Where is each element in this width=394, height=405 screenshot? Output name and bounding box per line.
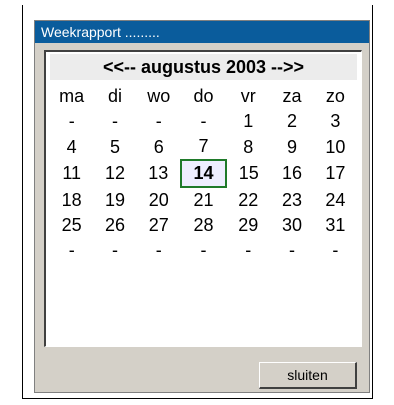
calendar-week-row: 18 19 20 21 22 23 24 xyxy=(50,187,357,213)
calendar-day[interactable]: 17 xyxy=(314,160,357,187)
calendar-empty-day: - xyxy=(155,111,162,131)
calendar-empty-day: - xyxy=(200,240,207,260)
weekday-label: di xyxy=(107,86,122,106)
calendar-day[interactable]: 7 xyxy=(181,134,226,160)
calendar-week-row: 4 5 6 7 8 9 10 xyxy=(50,134,357,160)
calendar-day[interactable]: 11 xyxy=(50,160,93,187)
calendar-day[interactable]: 5 xyxy=(93,134,136,160)
month-label: augustus 2003 xyxy=(140,57,267,77)
weekday-label: ma xyxy=(59,86,85,106)
month-navigation: <<-- augustus 2003 -->> xyxy=(50,54,357,80)
calendar-day[interactable]: 19 xyxy=(93,187,136,213)
calendar-day[interactable]: 26 xyxy=(93,213,136,238)
weekday-label: wo xyxy=(147,86,171,106)
calendar-day[interactable]: 3 xyxy=(314,109,357,134)
calendar-empty-day: - xyxy=(68,111,75,131)
calendar-day[interactable]: 24 xyxy=(314,187,357,213)
calendar-weeks: - - - -1 2 3 4 5 6 7 8 9 10 11 12 13 14 15 16 17 18 19 20 21 22 2… xyxy=(50,109,357,263)
weekrapport-dialog: Weekrapport ......... <<-- augustus 2003… xyxy=(34,20,370,393)
calendar-week-row: 25 26 27 28 29 30 31 xyxy=(50,213,357,238)
weekday-label: vr xyxy=(240,86,256,106)
calendar-day[interactable]: 30 xyxy=(270,213,313,238)
calendar-day[interactable]: 23 xyxy=(270,187,313,213)
calendar-empty-day: - xyxy=(289,240,296,260)
calendar-day[interactable]: 28 xyxy=(181,213,226,238)
calendar-day[interactable]: 12 xyxy=(93,160,136,187)
calendar-grid: ma di wo do vr za zo - - - -1 2 3 4 5 6 7 8 9 10 11 12… xyxy=(50,84,357,263)
calendar-empty-day: - xyxy=(332,240,339,260)
calendar-day[interactable]: 2 xyxy=(270,109,313,134)
calendar-week-row: ----123 xyxy=(50,109,357,134)
next-month-link[interactable]: -->> xyxy=(271,57,304,77)
calendar-week-row: ------- xyxy=(50,238,357,263)
calendar-day[interactable]: 29 xyxy=(226,213,270,238)
calendar-day[interactable]: 27 xyxy=(137,213,181,238)
calendar-day[interactable]: 13 xyxy=(137,160,181,187)
calendar-empty-day: - xyxy=(155,240,162,260)
calendar-day[interactable]: 10 xyxy=(314,134,357,160)
calendar-empty-day: - xyxy=(68,240,75,260)
calendar-day[interactable]: 25 xyxy=(50,213,93,238)
calendar-empty-day: - xyxy=(112,111,118,131)
close-button[interactable]: sluiten xyxy=(259,362,357,389)
calendar-day-today[interactable]: 14 xyxy=(179,159,228,188)
weekday-header-row: ma di wo do vr za zo xyxy=(50,84,357,109)
calendar-day[interactable]: 18 xyxy=(50,187,93,213)
calendar-week-row: 11 12 13 14 15 16 17 xyxy=(50,159,357,188)
calendar-day[interactable]: 21 xyxy=(181,187,226,213)
calendar-day[interactable]: 31 xyxy=(314,213,357,238)
weekday-label: do xyxy=(193,86,214,106)
calendar-day[interactable]: 20 xyxy=(137,187,181,213)
calendar-day[interactable]: 4 xyxy=(50,134,93,160)
calendar-empty-day: - xyxy=(200,111,207,131)
calendar-day[interactable]: 9 xyxy=(270,134,313,160)
calendar-day[interactable]: 6 xyxy=(137,134,181,160)
calendar-day[interactable]: 1 xyxy=(226,109,270,134)
calendar-day[interactable]: 16 xyxy=(270,160,313,187)
calendar-day[interactable]: 8 xyxy=(226,134,270,160)
weekday-label: za xyxy=(282,86,302,106)
calendar-day[interactable]: 15 xyxy=(226,160,270,187)
weekday-label: zo xyxy=(325,86,345,106)
calendar-panel: <<-- augustus 2003 -->> ma di wo do vr z… xyxy=(44,50,362,347)
calendar-day[interactable]: 22 xyxy=(226,187,270,213)
prev-month-link[interactable]: <<-- xyxy=(103,57,141,77)
calendar-empty-day: - xyxy=(112,240,118,260)
dialog-titlebar[interactable]: Weekrapport ......... xyxy=(35,21,369,43)
calendar-empty-day: - xyxy=(245,240,252,260)
